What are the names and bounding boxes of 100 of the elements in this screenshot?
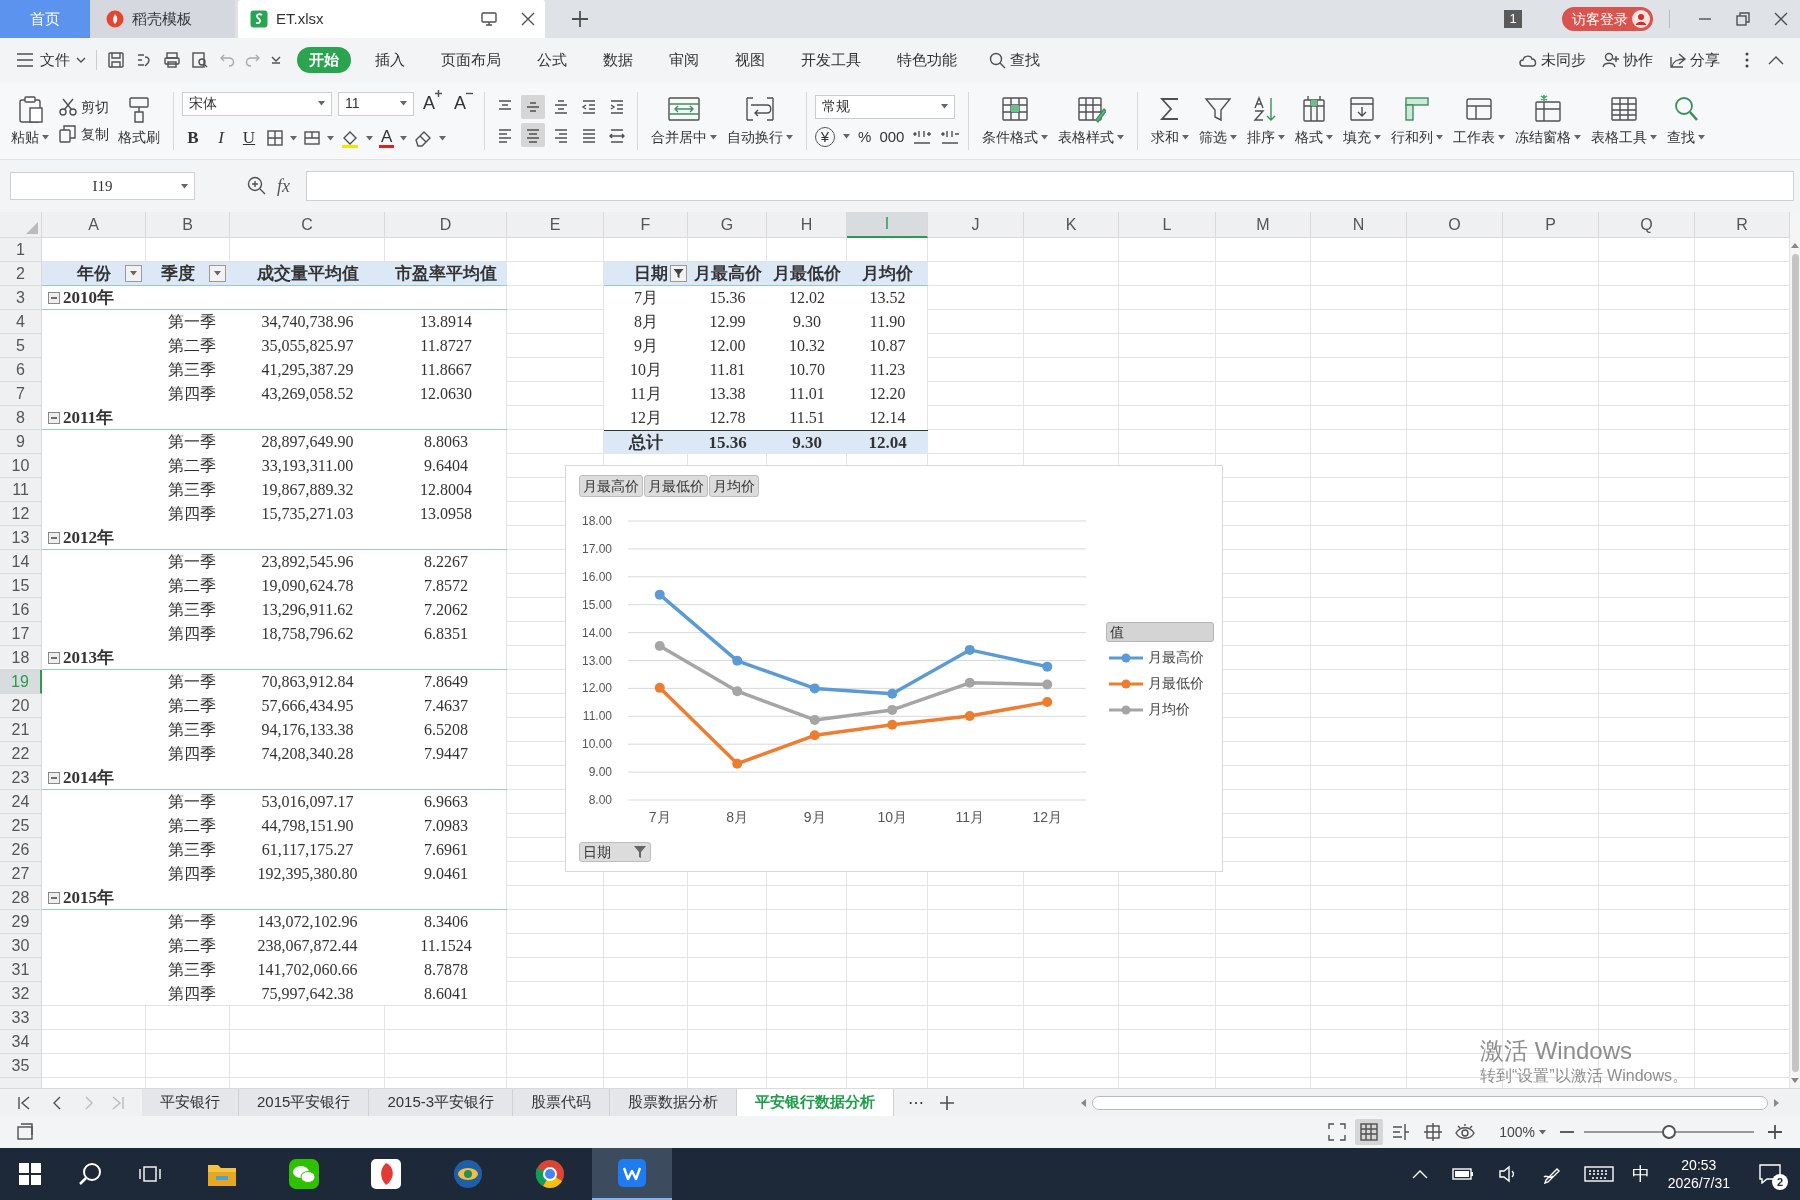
- legend-title[interactable]: 值: [1106, 622, 1214, 642]
- row-header[interactable]: 8: [0, 406, 42, 430]
- tab[interactable]: ET.xlsx: [238, 0, 545, 38]
- monitor-icon[interactable]: [481, 12, 497, 26]
- taskbar-clock[interactable]: 20:53 2026/7/31: [1667, 1156, 1730, 1192]
- ribbon-button[interactable]: 冻结窗格: [1510, 89, 1587, 152]
- column-header[interactable]: B: [146, 212, 230, 238]
- menu-icon[interactable]: [16, 52, 34, 68]
- font-select[interactable]: 宋体: [182, 91, 332, 116]
- ribbon-button[interactable]: 自动换行: [722, 89, 799, 152]
- previous-sheet-icon[interactable]: [52, 1095, 62, 1110]
- ribbon-tab[interactable]: 数据: [591, 47, 645, 73]
- ribbon-button[interactable]: 复制: [58, 123, 109, 145]
- print-preview-icon[interactable]: [191, 51, 209, 69]
- toolbar-button[interactable]: 分享: [1669, 48, 1720, 72]
- font-style-button[interactable]: U: [238, 125, 260, 151]
- font-grow-button[interactable]: A: [420, 90, 445, 118]
- ribbon-button[interactable]: 排序: [1242, 89, 1291, 152]
- font-shrink-button[interactable]: A: [451, 90, 477, 118]
- row-header[interactable]: 17: [0, 622, 42, 646]
- row-header[interactable]: 15: [0, 574, 42, 598]
- file-menu[interactable]: 文件: [40, 48, 86, 72]
- view-button[interactable]: [1355, 1119, 1384, 1145]
- column-header[interactable]: E: [507, 212, 604, 238]
- row-header[interactable]: 24: [0, 790, 42, 814]
- ribbon-button[interactable]: 筛选: [1194, 89, 1243, 152]
- ribbon-tab[interactable]: 视图: [723, 47, 777, 73]
- close-icon[interactable]: [521, 12, 535, 26]
- zoom-level-select[interactable]: 100%: [1499, 1121, 1546, 1143]
- formula-input[interactable]: [306, 171, 1794, 201]
- ribbon-button[interactable]: 格式刷: [113, 89, 165, 152]
- row-header[interactable]: 9: [0, 430, 42, 454]
- ribbon-tab[interactable]: 公式: [525, 47, 579, 73]
- row-header[interactable]: 12: [0, 502, 42, 526]
- column-header[interactable]: Q: [1599, 212, 1695, 238]
- name-box[interactable]: I19: [10, 172, 195, 200]
- sheet-tab[interactable]: 股票代码: [513, 1089, 611, 1116]
- font-size-select[interactable]: 11: [338, 91, 414, 116]
- window-count-badge[interactable]: 1: [1504, 10, 1522, 28]
- tab[interactable]: 稻壳模板: [90, 0, 235, 38]
- ribbon-button[interactable]: 合并居中: [646, 89, 723, 152]
- border-icon[interactable]: [266, 129, 284, 147]
- field-button[interactable]: 月最低价: [644, 475, 708, 497]
- sheet-tab[interactable]: 平安银行: [142, 1089, 239, 1116]
- row-header[interactable]: 18: [0, 646, 42, 670]
- row-header[interactable]: 22: [0, 742, 42, 766]
- number-format-button[interactable]: 000: [879, 129, 905, 144]
- save-icon[interactable]: [107, 51, 125, 69]
- function-button[interactable]: fx: [277, 172, 290, 200]
- ribbon-button[interactable]: 格式: [1290, 89, 1339, 152]
- ribbon-button[interactable]: 求和: [1146, 89, 1195, 152]
- close-icon[interactable]: [1774, 12, 1788, 26]
- ribbon-button[interactable]: 剪切: [58, 96, 109, 118]
- collapse-box-icon[interactable]: [48, 291, 60, 304]
- ribbon-button[interactable]: 表格样式: [1053, 89, 1130, 152]
- ribbon-button[interactable]: 行和列: [1386, 89, 1449, 152]
- more-icon[interactable]: [1744, 52, 1750, 68]
- ribbon-tab[interactable]: 特色功能: [885, 47, 969, 73]
- task-view-icon[interactable]: [139, 1163, 161, 1185]
- search-button[interactable]: 查找: [989, 48, 1040, 72]
- column-header[interactable]: C: [230, 212, 385, 238]
- more-sheets-button[interactable]: ⋯: [908, 1090, 925, 1115]
- new-tab-icon[interactable]: [571, 10, 589, 28]
- ribbon-button[interactable]: 工作表: [1448, 89, 1511, 152]
- row-header[interactable]: 29: [0, 910, 42, 934]
- first-sheet-icon[interactable]: [18, 1095, 30, 1110]
- row-header[interactable]: 31: [0, 958, 42, 982]
- ribbon-tab[interactable]: 插入: [363, 47, 417, 73]
- collapse-box-icon[interactable]: [48, 771, 60, 784]
- filter-dropdown-button[interactable]: [125, 265, 142, 282]
- ribbon-button[interactable]: 表格工具: [1586, 89, 1663, 152]
- font-color-button[interactable]: A: [379, 128, 395, 148]
- sheet-status-icon[interactable]: [16, 1123, 34, 1141]
- chevron-up-icon[interactable]: [1411, 1169, 1428, 1179]
- keyboard-icon[interactable]: [1583, 1165, 1614, 1183]
- row-header[interactable]: 1: [0, 238, 42, 262]
- field-button[interactable]: 月最高价: [579, 475, 643, 497]
- ribbon-button[interactable]: 查找: [1662, 89, 1711, 152]
- row-header[interactable]: 5: [0, 334, 42, 358]
- row-header[interactable]: 35: [0, 1054, 42, 1078]
- column-header[interactable]: L: [1119, 212, 1216, 238]
- font-style-button[interactable]: I: [210, 125, 232, 151]
- column-header[interactable]: O: [1407, 212, 1503, 238]
- sheet-tab[interactable]: 2015平安银行: [239, 1089, 370, 1116]
- row-header[interactable]: 14: [0, 550, 42, 574]
- column-header[interactable]: J: [928, 212, 1024, 238]
- row-header[interactable]: 6: [0, 358, 42, 382]
- row-header[interactable]: 11: [0, 478, 42, 502]
- row-header[interactable]: 32: [0, 982, 42, 1006]
- field-button[interactable]: 月均价: [709, 475, 759, 497]
- login-button[interactable]: 访客登录: [1562, 7, 1653, 31]
- input-method-indicator[interactable]: 中: [1631, 1160, 1650, 1188]
- row-header[interactable]: 7: [0, 382, 42, 406]
- collapse-box-icon[interactable]: [48, 891, 60, 904]
- row-header[interactable]: 13: [0, 526, 42, 550]
- column-header[interactable]: F: [604, 212, 688, 238]
- row-header[interactable]: 26: [0, 838, 42, 862]
- row-header[interactable]: 4: [0, 310, 42, 334]
- row-header[interactable]: 23: [0, 766, 42, 790]
- column-header[interactable]: K: [1024, 212, 1119, 238]
